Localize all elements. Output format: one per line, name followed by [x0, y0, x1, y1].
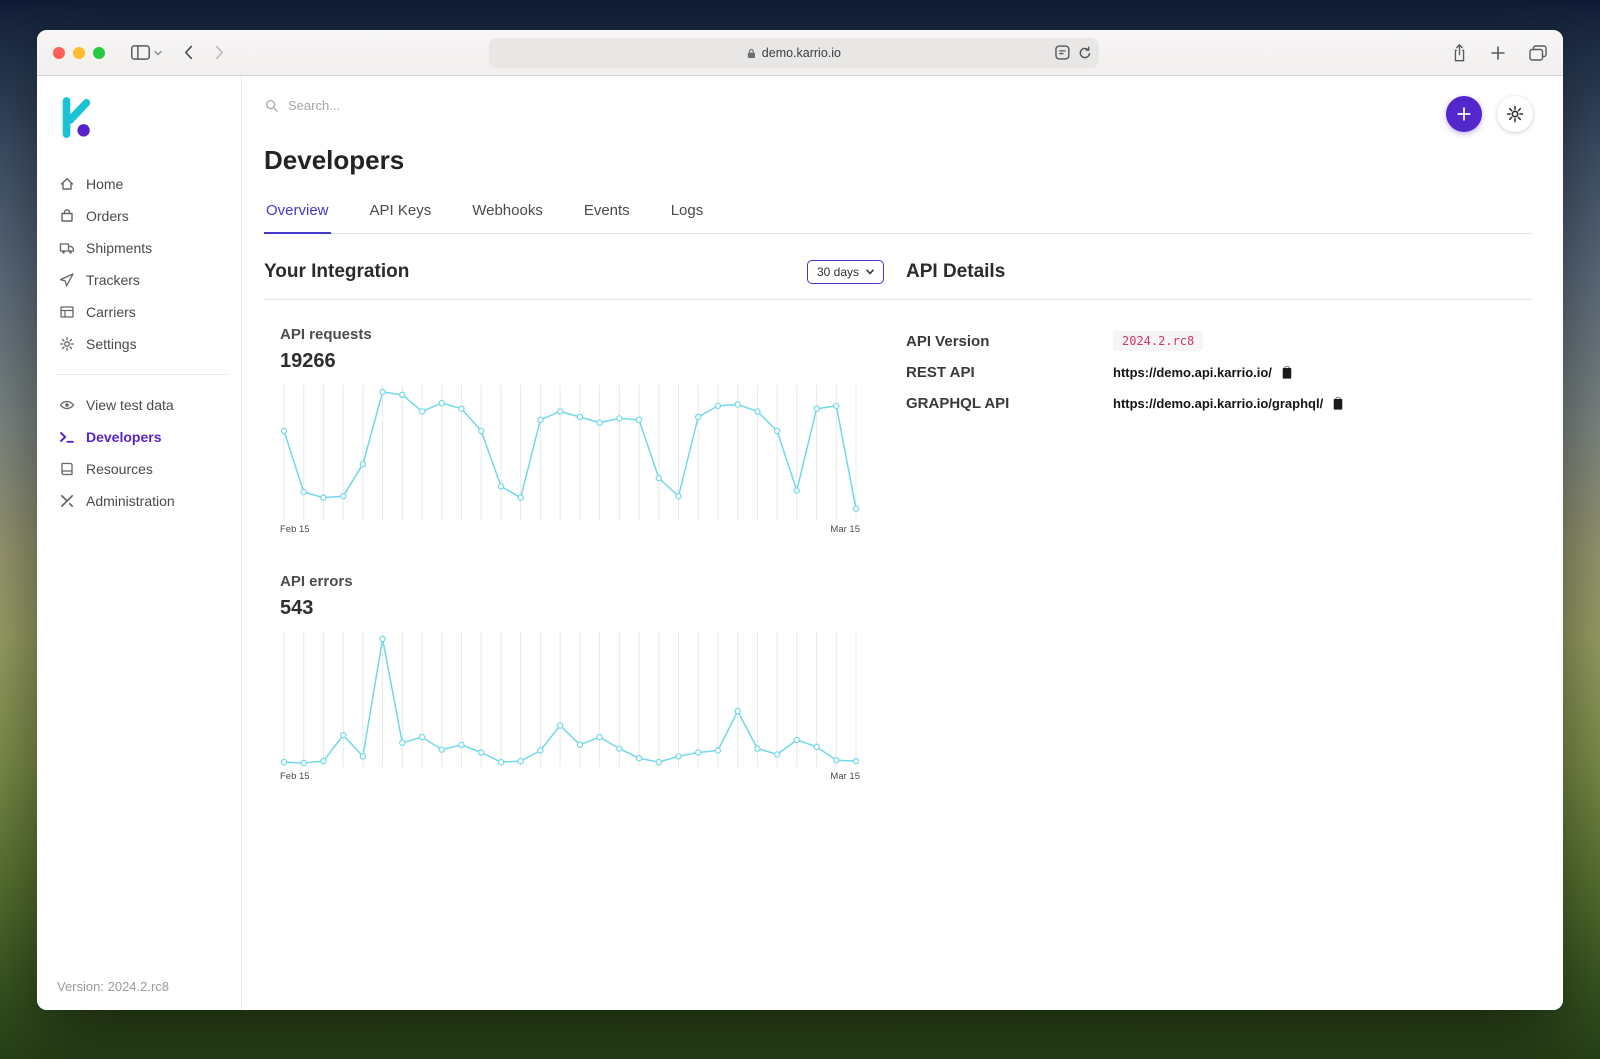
sidebar-item-label: Trackers — [86, 272, 140, 288]
chevron-down-icon — [866, 269, 874, 275]
sidebar-item-resources[interactable]: Resources — [55, 453, 227, 485]
tab-bar: Overview API Keys Webhooks Events Logs — [264, 202, 1533, 234]
sidebar-item-settings[interactable]: Settings — [55, 328, 227, 360]
address-bar[interactable]: demo.karrio.io — [489, 38, 1099, 68]
x-axis-start-label: Feb 15 — [280, 771, 310, 782]
chevron-down-icon — [154, 50, 162, 56]
sidebar-item-label: Administration — [86, 493, 175, 509]
send-icon — [59, 272, 75, 288]
url-text: demo.karrio.io — [762, 46, 841, 60]
chart-title: API errors — [280, 573, 884, 590]
plus-icon — [1457, 107, 1471, 121]
chart-total: 19266 — [280, 350, 884, 373]
tools-icon — [59, 493, 75, 509]
sidebar-item-shipments[interactable]: Shipments — [55, 232, 227, 264]
x-axis-end-label: Mar 15 — [830, 771, 860, 782]
home-icon — [59, 176, 75, 192]
sidebar-item-orders[interactable]: Orders — [55, 200, 227, 232]
karrio-logo — [57, 96, 227, 140]
detail-label: REST API — [906, 364, 1113, 381]
sidebar-item-trackers[interactable]: Trackers — [55, 264, 227, 296]
search-input[interactable] — [288, 98, 628, 113]
sidebar-divider — [55, 374, 227, 375]
share-icon[interactable] — [1452, 44, 1467, 62]
gear-icon — [1506, 105, 1524, 123]
app-version: Version: 2024.2.rc8 — [55, 975, 227, 996]
zoom-window-button[interactable] — [93, 47, 105, 59]
sidebar-item-label: Carriers — [86, 304, 136, 320]
sidebar-item-label: View test data — [86, 397, 174, 413]
detail-label: API Version — [906, 333, 1113, 350]
detail-label: GRAPHQL API — [906, 395, 1113, 412]
back-button[interactable] — [184, 45, 193, 60]
copy-icon[interactable] — [1281, 365, 1293, 380]
browser-toolbar: demo.karrio.io — [37, 30, 1563, 76]
search-icon — [264, 98, 279, 113]
gear-icon — [59, 336, 75, 352]
new-tab-icon[interactable] — [1491, 46, 1505, 60]
api-requests-chart-block: API requests 19266 Feb 15 Mar 15 — [280, 326, 884, 535]
api-details-section-title: API Details — [906, 261, 1005, 282]
sidebar-item-label: Settings — [86, 336, 137, 352]
chart-title: API requests — [280, 326, 884, 343]
sidebar-item-label: Home — [86, 176, 123, 192]
terminal-icon — [59, 429, 75, 445]
close-window-button[interactable] — [53, 47, 65, 59]
api-errors-chart — [280, 632, 860, 767]
graphql-api-row: GRAPHQL API https://demo.api.karrio.io/g… — [906, 392, 1533, 414]
sidebar-item-label: Developers — [86, 429, 161, 445]
tab-events[interactable]: Events — [582, 202, 632, 233]
sidebar-item-home[interactable]: Home — [55, 168, 227, 200]
orders-icon — [59, 208, 75, 224]
reload-icon[interactable] — [1078, 46, 1092, 60]
tab-overview[interactable]: Overview — [264, 202, 331, 234]
graphql-api-url: https://demo.api.karrio.io/graphql/ — [1113, 396, 1323, 411]
sidebar-item-label: Resources — [86, 461, 153, 477]
rest-api-row: REST API https://demo.api.karrio.io/ — [906, 361, 1533, 383]
settings-button[interactable] — [1497, 96, 1533, 132]
api-version-value: 2024.2.rc8 — [1113, 331, 1203, 351]
tab-logs[interactable]: Logs — [669, 202, 706, 233]
sidebar-item-label: Orders — [86, 208, 129, 224]
sidebar-item-label: Shipments — [86, 240, 152, 256]
book-icon — [59, 461, 75, 477]
api-details-panel: API Version 2024.2.rc8 REST API https://… — [906, 326, 1533, 782]
table-icon — [59, 304, 75, 320]
page-title: Developers — [264, 145, 1533, 176]
sidebar: Home Orders Shipments Trackers Carriers … — [37, 76, 242, 1010]
browser-window: demo.karrio.io — [37, 30, 1563, 1010]
sidebar-item-developers[interactable]: Developers — [55, 421, 227, 453]
create-button[interactable] — [1446, 96, 1482, 132]
chart-total: 543 — [280, 597, 884, 620]
lock-icon — [747, 48, 756, 59]
api-version-row: API Version 2024.2.rc8 — [906, 330, 1533, 352]
minimize-window-button[interactable] — [73, 47, 85, 59]
x-axis-end-label: Mar 15 — [830, 524, 860, 535]
tab-api-keys[interactable]: API Keys — [368, 202, 434, 233]
api-errors-chart-block: API errors 543 Feb 15 Mar 15 — [280, 573, 884, 782]
main-content: Developers Overview API Keys Webhooks Ev… — [242, 76, 1563, 1010]
rest-api-url: https://demo.api.karrio.io/ — [1113, 365, 1272, 380]
sidebar-item-carriers[interactable]: Carriers — [55, 296, 227, 328]
sidebar-item-administration[interactable]: Administration — [55, 485, 227, 517]
tab-webhooks[interactable]: Webhooks — [470, 202, 545, 233]
eye-icon — [59, 397, 75, 413]
range-select[interactable]: 30 days — [807, 260, 884, 284]
integration-section-title: Your Integration — [264, 261, 409, 283]
page-settings-icon[interactable] — [1055, 45, 1070, 60]
copy-icon[interactable] — [1332, 396, 1344, 411]
truck-icon — [59, 240, 75, 256]
api-requests-chart — [280, 385, 860, 520]
range-select-value: 30 days — [817, 265, 859, 279]
traffic-lights — [53, 47, 105, 59]
x-axis-start-label: Feb 15 — [280, 524, 310, 535]
sidebar-toggle-icon[interactable] — [131, 45, 162, 60]
sidebar-item-view-test-data[interactable]: View test data — [55, 389, 227, 421]
forward-button[interactable] — [215, 45, 224, 60]
tab-overview-icon[interactable] — [1529, 45, 1547, 61]
